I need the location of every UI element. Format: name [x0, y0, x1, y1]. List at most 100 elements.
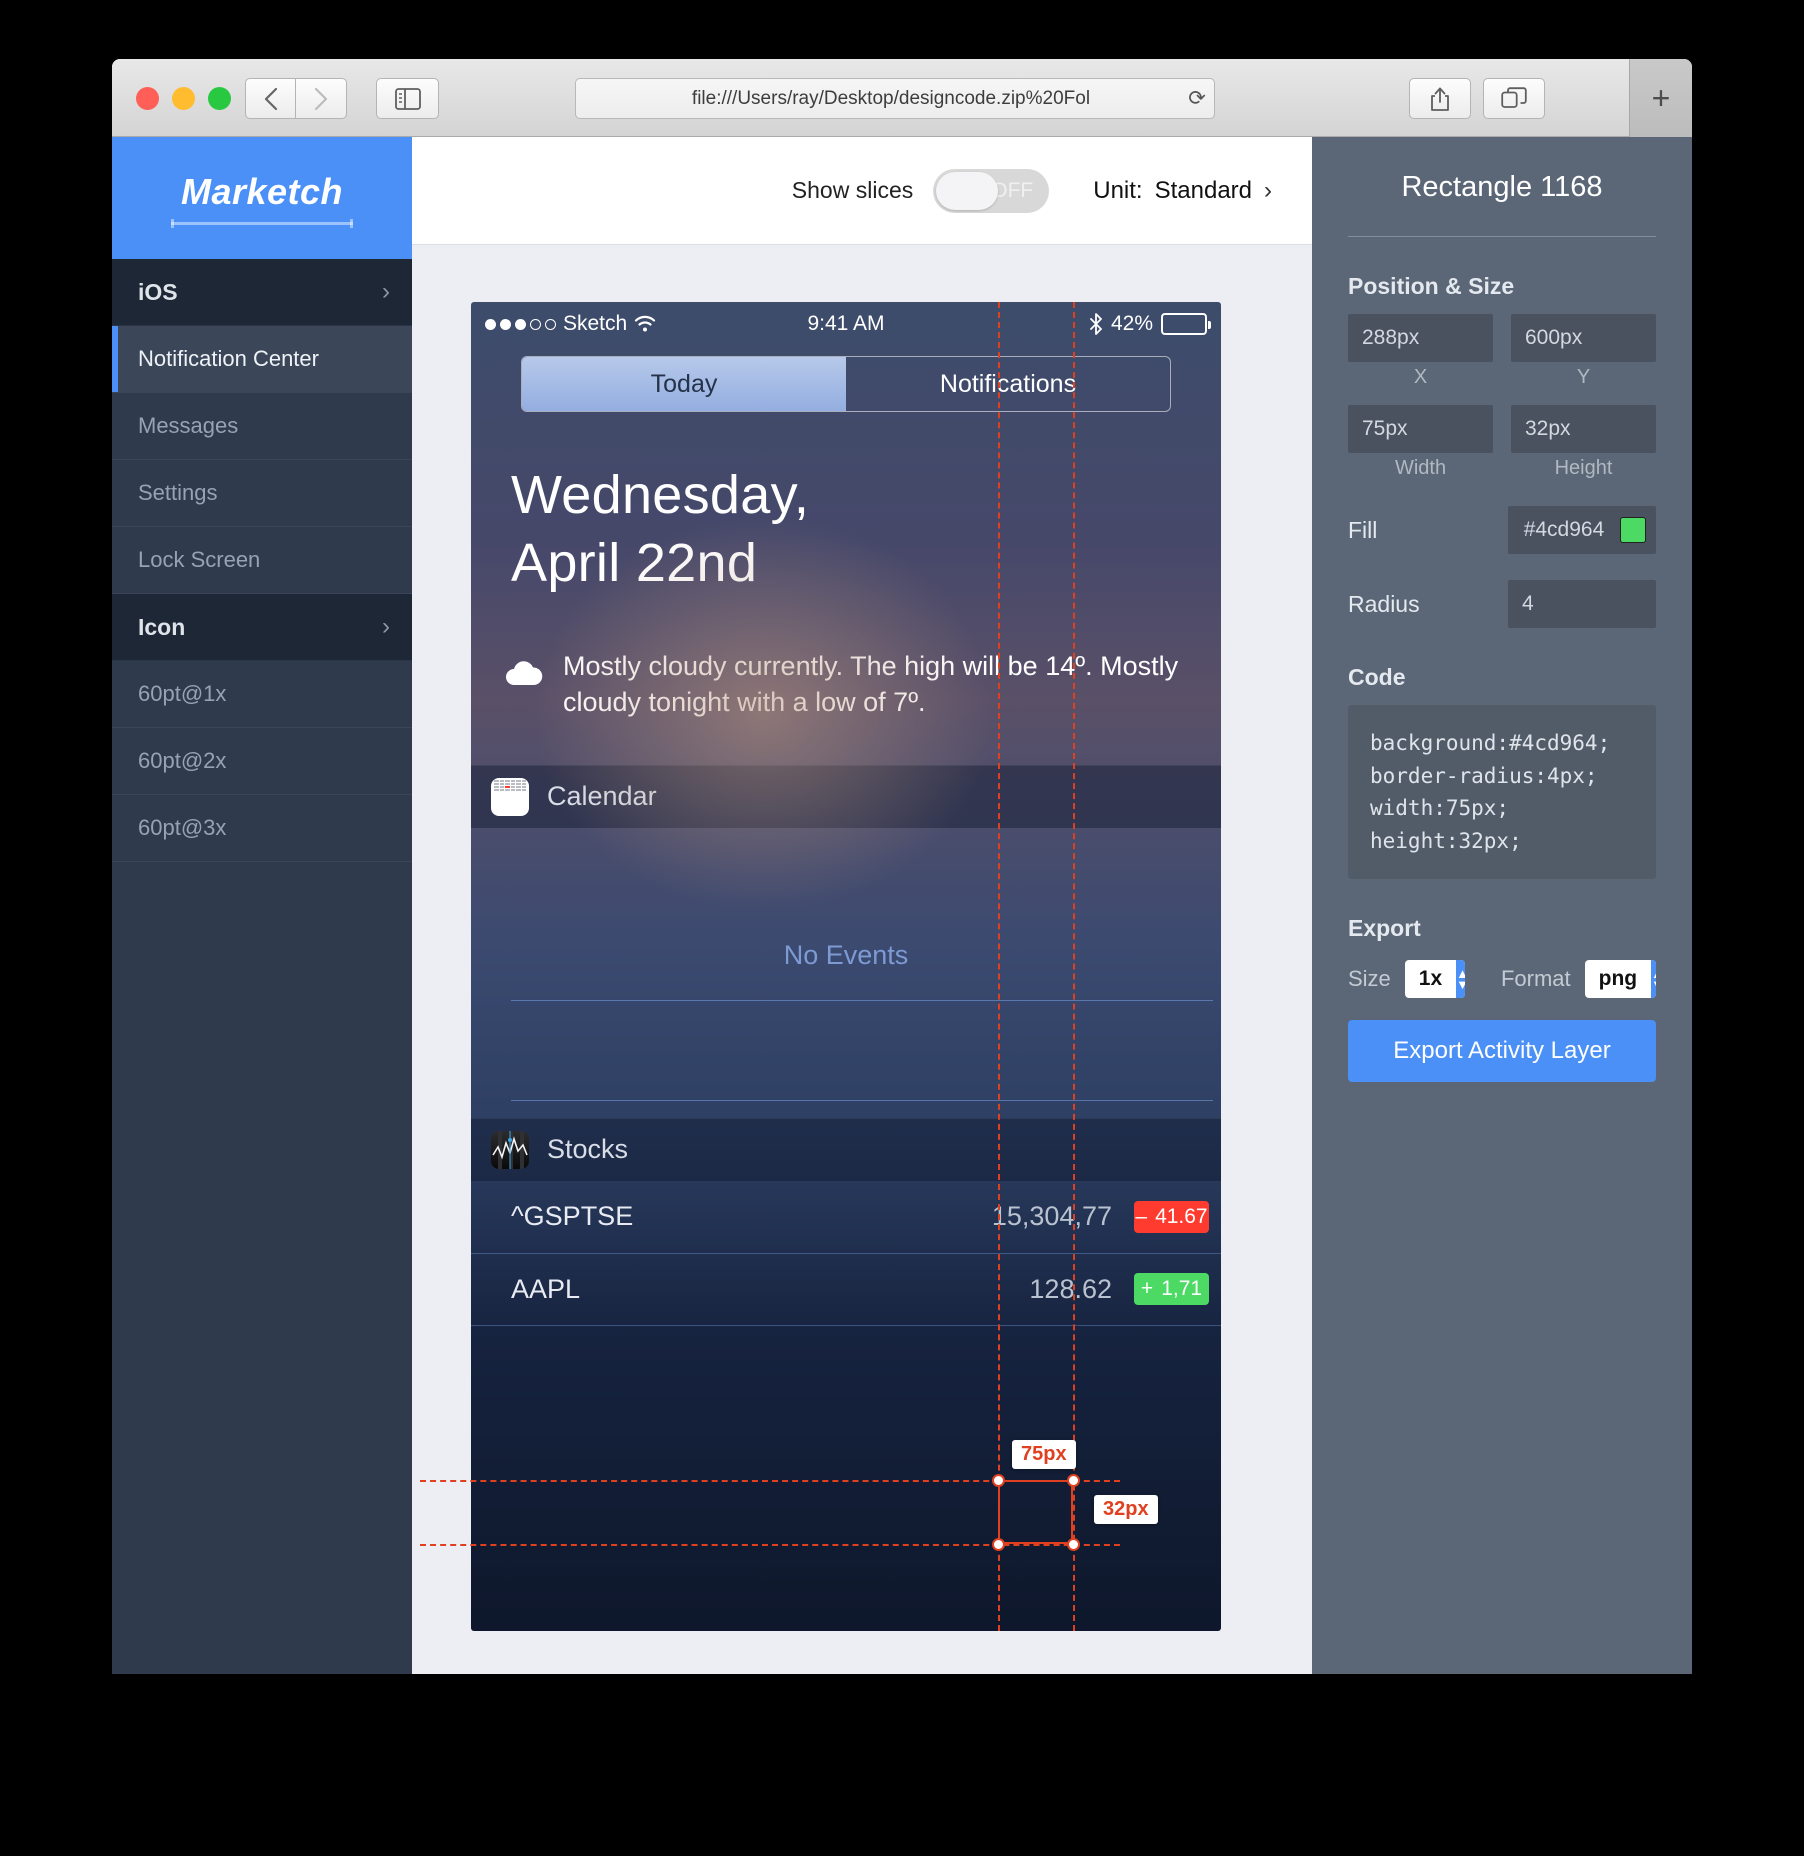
browser-titlebar: file:///Users/ray/Desktop/designcode.zip…	[112, 59, 1692, 137]
resize-handle-br[interactable]	[1067, 1538, 1080, 1551]
width-field[interactable]: 75px	[1348, 405, 1493, 453]
stock-row-empty	[471, 1324, 1221, 1397]
tab-notifications[interactable]: Notifications	[846, 357, 1170, 411]
show-tabs-button[interactable]	[1483, 78, 1545, 119]
back-button[interactable]	[245, 78, 296, 119]
code-snippet[interactable]: background:#4cd964; border-radius:4px; w…	[1348, 705, 1656, 880]
show-slices-label: Show slices	[791, 177, 914, 203]
stock-row[interactable]: AAPL 128.62 + 1,71	[471, 1252, 1221, 1325]
stock-row[interactable]: ^GSPTSE 15,304,77 – 41.67	[471, 1181, 1221, 1253]
chevron-right-icon: ›	[382, 613, 390, 640]
unit-label: Unit:	[1093, 176, 1143, 204]
y-field[interactable]: 600px	[1511, 314, 1656, 362]
width-caption: Width	[1394, 457, 1447, 479]
sidebar-item-60pt-1x[interactable]: 60pt@1x	[112, 661, 412, 728]
fill-color-swatch[interactable]	[1620, 517, 1646, 543]
fill-hex: #4cd964	[1523, 518, 1605, 541]
stock-change-sign: –	[1135, 1204, 1148, 1228]
sidebar-item-label: 60pt@3x	[138, 815, 227, 840]
sidebar-item-60pt-3x[interactable]: 60pt@3x	[112, 795, 412, 862]
toggle-knob	[936, 171, 999, 210]
zoom-window-button[interactable]	[208, 87, 231, 110]
format-select[interactable]: png ▲▼	[1584, 960, 1656, 999]
calendar-widget-body: No Events	[471, 828, 1221, 1118]
radius-label: Radius	[1348, 590, 1420, 617]
sidebar-group-icon[interactable]: Icon ›	[112, 594, 412, 661]
share-icon	[1431, 87, 1449, 111]
new-tab-button[interactable]: +	[1629, 59, 1692, 137]
chevron-left-icon	[264, 87, 277, 110]
sidebar-item-label: 60pt@1x	[138, 681, 227, 706]
fill-value[interactable]: #4cd964	[1508, 506, 1656, 554]
tab-today[interactable]: Today	[522, 357, 846, 411]
divider	[1348, 236, 1656, 237]
stock-change-value: 41.67	[1155, 1204, 1208, 1228]
reload-button[interactable]: ⟳	[1180, 86, 1214, 111]
resize-handle-tl[interactable]	[992, 1474, 1005, 1487]
inspector-panel: Rectangle 1168 Position & Size 288px X 6…	[1312, 137, 1692, 1674]
sidebar-item-label: Notification Center	[138, 346, 319, 371]
x-caption: X	[1413, 366, 1428, 388]
close-window-button[interactable]	[136, 87, 159, 110]
canvas-toolbar: Show slices OFF Unit: Standard ›	[412, 137, 1312, 245]
fill-row: Fill #4cd964	[1348, 506, 1656, 554]
height-field[interactable]: 32px	[1511, 405, 1656, 453]
stocks-widget-title: Stocks	[547, 1134, 629, 1165]
date-line-2: April 22nd	[511, 532, 758, 593]
status-right: 42%	[1089, 312, 1211, 336]
export-activity-layer-button[interactable]: Export Activity Layer	[1348, 1020, 1656, 1083]
ios-artboard: Sketch 9:41 AM 42% Today Notifications W…	[471, 302, 1221, 1631]
calendar-widget-header[interactable]: Calendar	[471, 764, 1221, 828]
notification-center-tabs[interactable]: Today Notifications	[521, 356, 1171, 412]
x-field[interactable]: 288px	[1348, 314, 1493, 362]
radius-row: Radius 4	[1348, 580, 1656, 628]
show-tabs-icon	[1501, 86, 1527, 108]
size-select[interactable]: 1x ▲ ▼	[1404, 960, 1465, 999]
browser-window: file:///Users/ray/Desktop/designcode.zip…	[112, 59, 1692, 1674]
sidebar-item-lock-screen[interactable]: Lock Screen	[112, 527, 412, 594]
export-options-row: Size 1x ▲▼ Format png ▲▼	[1348, 960, 1656, 999]
window-controls	[136, 87, 231, 110]
y-caption: Y	[1576, 366, 1591, 388]
format-label: Format	[1500, 966, 1571, 992]
sidebar-toggle-button[interactable]	[376, 78, 439, 119]
forward-button[interactable]	[296, 78, 347, 119]
calendar-app-icon	[491, 777, 529, 816]
battery-icon	[1161, 313, 1211, 335]
stepper-arrows-icon: ▲▼	[1456, 960, 1465, 999]
resize-handle-tr[interactable]	[1067, 1474, 1080, 1487]
stocks-widget-header[interactable]: Stocks	[471, 1117, 1221, 1181]
weather-text: Mostly cloudy currently. The high will b…	[563, 651, 1179, 717]
width-measure-tag: 75px	[1012, 1440, 1076, 1469]
sidebar: Marketch iOS › Notification Center Messa…	[112, 137, 412, 1674]
stock-change-badge: – 41.67	[1134, 1200, 1209, 1233]
weather-block: Mostly cloudy currently. The high will b…	[471, 597, 1221, 721]
cloud-icon	[503, 649, 545, 721]
size-label: Size	[1348, 966, 1391, 992]
sidebar-item-label: Messages	[138, 413, 239, 438]
show-slices-toggle[interactable]: OFF	[933, 168, 1050, 213]
share-button[interactable]	[1409, 78, 1471, 119]
stock-price: 15,304,77	[991, 1201, 1112, 1232]
sidebar-item-notification-center[interactable]: Notification Center	[112, 326, 412, 393]
sidebar-group-ios[interactable]: iOS ›	[112, 259, 412, 326]
sidebar-item-messages[interactable]: Messages	[112, 393, 412, 460]
date-block: Wednesday, April 22nd	[471, 412, 1221, 597]
resize-handle-bl[interactable]	[992, 1538, 1005, 1551]
sidebar-item-label: Settings	[138, 480, 218, 505]
stock-change-badge-selected[interactable]: + 1,71	[1134, 1273, 1209, 1306]
app-logo: Marketch	[112, 137, 412, 259]
format-value: png	[1598, 967, 1638, 991]
radius-value[interactable]: 4	[1508, 580, 1656, 628]
sidebar-toggle-icon	[394, 87, 421, 110]
unit-selector[interactable]: Unit: Standard ›	[1093, 177, 1272, 205]
canvas-area: Show slices OFF Unit: Standard › Sketch …	[412, 137, 1312, 1674]
unit-value: Standard	[1154, 176, 1252, 204]
size-value: 1x	[1418, 967, 1443, 991]
address-bar[interactable]: file:///Users/ray/Desktop/designcode.zip…	[575, 78, 1215, 119]
bluetooth-icon	[1090, 313, 1102, 335]
sidebar-item-60pt-2x[interactable]: 60pt@2x	[112, 728, 412, 795]
minimize-window-button[interactable]	[172, 87, 195, 110]
sidebar-item-settings[interactable]: Settings	[112, 460, 412, 527]
fill-label: Fill	[1348, 516, 1378, 543]
